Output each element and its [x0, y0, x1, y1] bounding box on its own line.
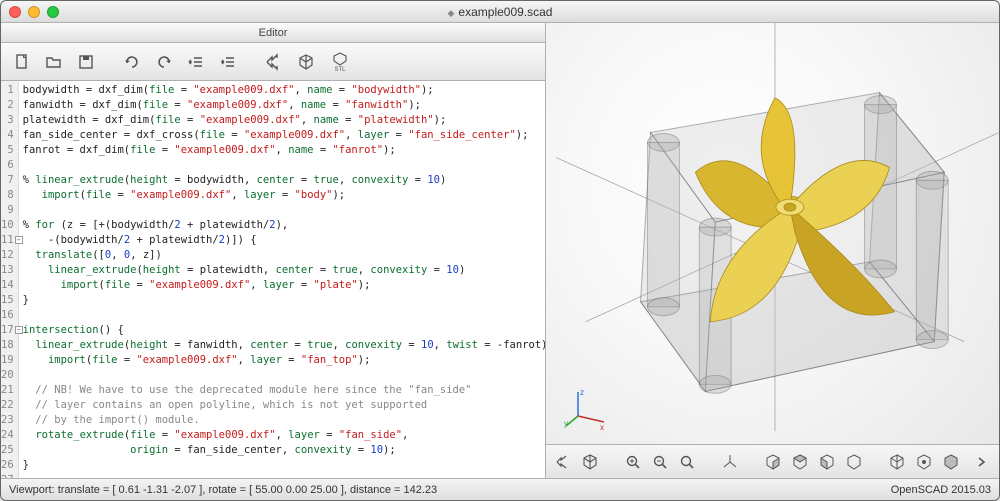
minimize-button[interactable] — [28, 6, 40, 18]
view-left-icon[interactable] — [816, 449, 839, 475]
editor-pane: Editor STL 1234567891011−121314151617−18… — [1, 23, 546, 478]
svg-text:y: y — [564, 419, 568, 428]
code-editor[interactable]: 1234567891011−121314151617−1819202122232… — [1, 81, 545, 478]
axis-indicator: z y x — [564, 386, 608, 430]
vt-render-icon[interactable] — [579, 449, 602, 475]
view-diagonal-icon[interactable] — [886, 449, 909, 475]
redo-button[interactable] — [149, 48, 179, 76]
axes-toggle-icon[interactable] — [719, 449, 742, 475]
zoom-in-icon[interactable] — [622, 449, 645, 475]
unindent-button[interactable] — [181, 48, 211, 76]
chevron-right-icon[interactable] — [970, 449, 993, 475]
version-text: OpenSCAD 2015.03 — [891, 484, 991, 496]
editor-pane-title: Editor — [1, 23, 545, 43]
code-content[interactable]: bodywidth = dxf_dim(file = "example009.d… — [19, 81, 545, 478]
app-window: example009.scad Editor STL 1234567891011… — [0, 0, 1000, 501]
render-button[interactable] — [291, 48, 321, 76]
svg-text:x: x — [600, 423, 604, 430]
zoom-fit-icon[interactable] — [676, 449, 699, 475]
line-gutter: 1234567891011−121314151617−1819202122232… — [1, 81, 19, 478]
viewport-toolbar — [546, 444, 999, 478]
view-right-icon[interactable] — [762, 449, 785, 475]
statusbar: Viewport: translate = [ 0.61 -1.31 -2.07… — [1, 478, 999, 500]
model-view[interactable] — [546, 23, 999, 461]
titlebar: example009.scad — [1, 1, 999, 23]
vt-preview-icon[interactable] — [552, 449, 575, 475]
view-top-icon[interactable] — [789, 449, 812, 475]
stl-export-button[interactable]: STL — [323, 48, 357, 76]
viewport-3d[interactable]: z y x — [546, 23, 999, 478]
close-button[interactable] — [9, 6, 21, 18]
new-button[interactable] — [7, 48, 37, 76]
editor-toolbar: STL — [1, 43, 545, 81]
window-title: example009.scad — [1, 5, 999, 19]
window-controls — [9, 6, 59, 18]
open-button[interactable] — [39, 48, 69, 76]
save-button[interactable] — [71, 48, 101, 76]
undo-button[interactable] — [117, 48, 147, 76]
content-area: Editor STL 1234567891011−121314151617−18… — [1, 23, 999, 478]
preview-button[interactable] — [259, 48, 289, 76]
view-center-icon[interactable] — [912, 449, 935, 475]
svg-text:z: z — [580, 388, 584, 397]
zoom-out-icon[interactable] — [649, 449, 672, 475]
view-front-icon[interactable] — [842, 449, 865, 475]
viewport-info-text: Viewport: translate = [ 0.61 -1.31 -2.07… — [9, 484, 437, 496]
indent-button[interactable] — [213, 48, 243, 76]
zoom-button[interactable] — [47, 6, 59, 18]
view-perspective-icon[interactable] — [939, 449, 962, 475]
svg-text:STL: STL — [334, 67, 346, 73]
